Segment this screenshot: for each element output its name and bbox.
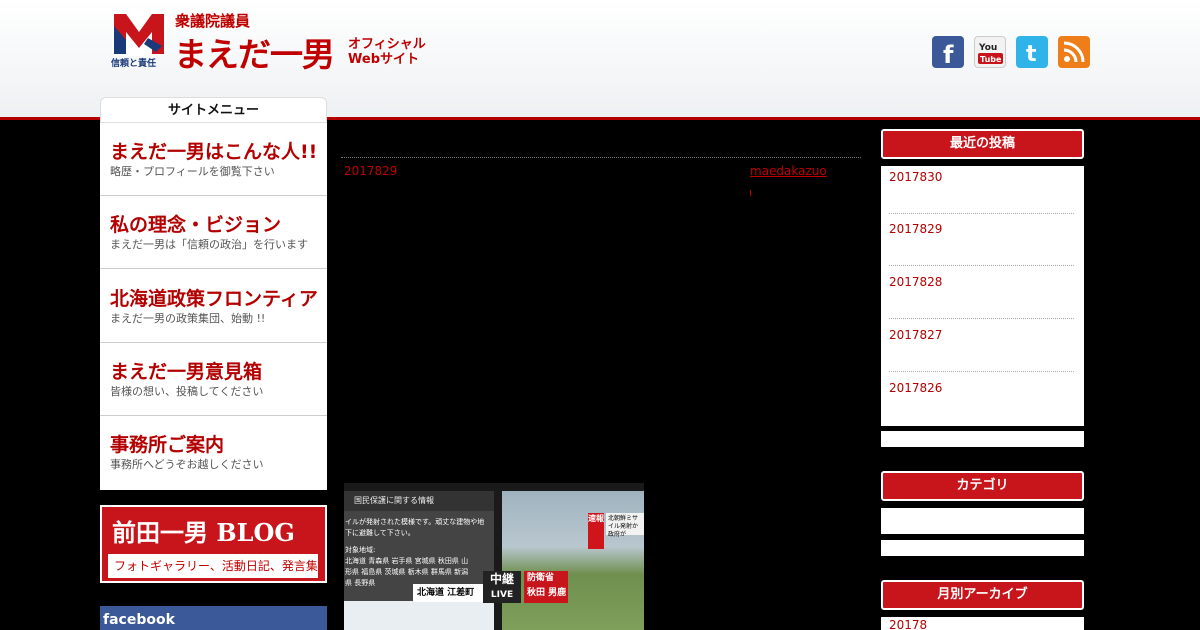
post-author-link[interactable]: maedakazuo bbox=[750, 164, 827, 178]
site-subtitle-line2: Webサイト bbox=[348, 52, 419, 67]
recent-posts-list: 2017830 2017829 2017828 2017827 2017826 bbox=[881, 166, 1084, 426]
tv-line: イルが発射された模様です。頑丈な建物や地 bbox=[345, 518, 485, 526]
recent-posts-footer bbox=[881, 431, 1084, 447]
menu-item-title: 私の理念・ビジョン bbox=[110, 214, 282, 236]
svg-text:Tube: Tube bbox=[980, 55, 1002, 64]
tv-line: 北海道 青森県 岩手県 宮城県 秋田県 山 bbox=[345, 557, 469, 565]
recent-post-link[interactable]: 2017829 bbox=[889, 222, 942, 236]
facebook-icon[interactable]: f bbox=[932, 36, 964, 68]
tv-ministry: 防衛省 秋田 男鹿 bbox=[524, 571, 568, 603]
recent-post-link[interactable]: 2017830 bbox=[889, 170, 942, 184]
blog-banner[interactable]: 前田一男 BLOG フォトギャラリー、活動日記、発言集 bbox=[100, 505, 327, 583]
recent-post-link[interactable]: 2017826 bbox=[889, 381, 942, 395]
svg-text:You: You bbox=[978, 43, 997, 53]
tv-live-line: LIVE bbox=[490, 590, 514, 600]
menu-item-title: 事務所ご案内 bbox=[110, 434, 225, 456]
menu-item-sub: 皆様の想い、投稿してください bbox=[110, 385, 264, 398]
blog-title: 前田一男 BLOG bbox=[112, 518, 295, 547]
svg-text:t: t bbox=[1026, 42, 1037, 67]
tv-line: 対象地域: bbox=[345, 546, 376, 554]
facebook-label: facebook bbox=[103, 612, 175, 628]
svg-text:f: f bbox=[943, 41, 954, 68]
tv-ministry-line: 防衛省 bbox=[527, 573, 555, 583]
recent-posts-title: 最近の投稿 bbox=[881, 129, 1084, 159]
tv-location: 北海道 江差町 bbox=[413, 584, 483, 602]
menu-item-profile[interactable]: まえだ一男はこんな人!! 略歴・プロフィールを御覧下さい bbox=[100, 123, 327, 196]
category-list bbox=[881, 508, 1084, 534]
menu-item-sub: まえだ一男は「信頼の政治」を行います bbox=[110, 238, 308, 251]
tv-live-line: 中継 bbox=[489, 572, 514, 586]
menu-item-vision[interactable]: 私の理念・ビジョン まえだ一男は「信頼の政治」を行います bbox=[100, 196, 327, 269]
site-menu: まえだ一男はこんな人!! 略歴・プロフィールを御覧下さい 私の理念・ビジョン ま… bbox=[100, 123, 327, 490]
archive-list: 20178 bbox=[881, 617, 1084, 630]
tv-info-panel: 国民保護に関する情報 イルが発射された模様です。頑丈な建物や地 下に避難して下さ… bbox=[344, 491, 494, 630]
tv-info-header: 国民保護に関する情報 bbox=[344, 491, 494, 511]
site-name[interactable]: まえだ一男 bbox=[174, 28, 335, 76]
menu-item-office[interactable]: 事務所ご案内 事務所へどうぞお越しください bbox=[100, 416, 327, 489]
archive-link[interactable]: 20178 bbox=[889, 618, 927, 630]
tv-news-caption: 北朝鮮ミサイル発射か 政府が bbox=[606, 513, 644, 538]
rss-icon[interactable] bbox=[1058, 36, 1090, 68]
tv-breaking-badge: 速報 bbox=[588, 513, 604, 549]
menu-item-title: まえだ一男はこんな人!! bbox=[110, 141, 318, 163]
menu-item-sub: 事務所へどうぞお越しください bbox=[110, 458, 264, 471]
post-image[interactable]: 国民保護に関する情報 イルが発射された模様です。頑丈な建物や地 下に避難して下さ… bbox=[344, 483, 644, 630]
logo-caption: 信頼と責任 bbox=[111, 59, 157, 69]
tv-scene bbox=[502, 491, 644, 630]
post-date: 2017829 bbox=[344, 164, 398, 178]
menu-item-title: まえだ一男意見箱 bbox=[110, 361, 263, 383]
site-menu-title: サイトメニュー bbox=[100, 97, 327, 123]
facebook-widget[interactable]: facebook bbox=[100, 606, 327, 630]
menu-item-sub: まえだ一男の政策集団、始動 !! bbox=[110, 312, 266, 325]
recent-post-item[interactable]: 2017828 bbox=[889, 271, 1074, 319]
tv-ministry-line: 秋田 男鹿 bbox=[527, 588, 567, 598]
menu-item-sub: 略歴・プロフィールを御覧下さい bbox=[110, 165, 275, 178]
menu-item-title: 北海道政策フロンティア bbox=[110, 288, 318, 310]
tv-line: 形県 福島県 茨城県 栃木県 群馬県 新潟 bbox=[345, 568, 469, 576]
twitter-icon[interactable]: t bbox=[1016, 36, 1048, 68]
recent-post-link[interactable]: 2017827 bbox=[889, 328, 942, 342]
post-mark bbox=[750, 190, 751, 196]
menu-item-opinion-box[interactable]: まえだ一男意見箱 皆様の想い、投稿してください bbox=[100, 343, 327, 416]
category-footer bbox=[881, 540, 1084, 556]
blog-subtitle: フォトギャラリー、活動日記、発言集 bbox=[108, 554, 318, 578]
youtube-icon[interactable]: You Tube bbox=[974, 36, 1006, 68]
recent-post-item[interactable]: 2017830 bbox=[889, 166, 1074, 214]
archive-title: 月別アーカイブ bbox=[881, 580, 1084, 610]
recent-post-link[interactable]: 2017828 bbox=[889, 275, 942, 289]
category-title: カテゴリ bbox=[881, 471, 1084, 501]
recent-post-item[interactable]: 2017827 bbox=[889, 324, 1074, 372]
tv-line: 下に避難して下さい。 bbox=[345, 529, 415, 537]
tv-live-badge: 中継 LIVE bbox=[483, 571, 521, 603]
recent-post-item[interactable]: 2017829 bbox=[889, 218, 1074, 266]
recent-post-item[interactable]: 2017826 bbox=[889, 377, 1074, 425]
menu-item-policy[interactable]: 北海道政策フロンティア まえだ一男の政策集団、始動 !! bbox=[100, 270, 327, 343]
post-divider bbox=[341, 157, 861, 158]
